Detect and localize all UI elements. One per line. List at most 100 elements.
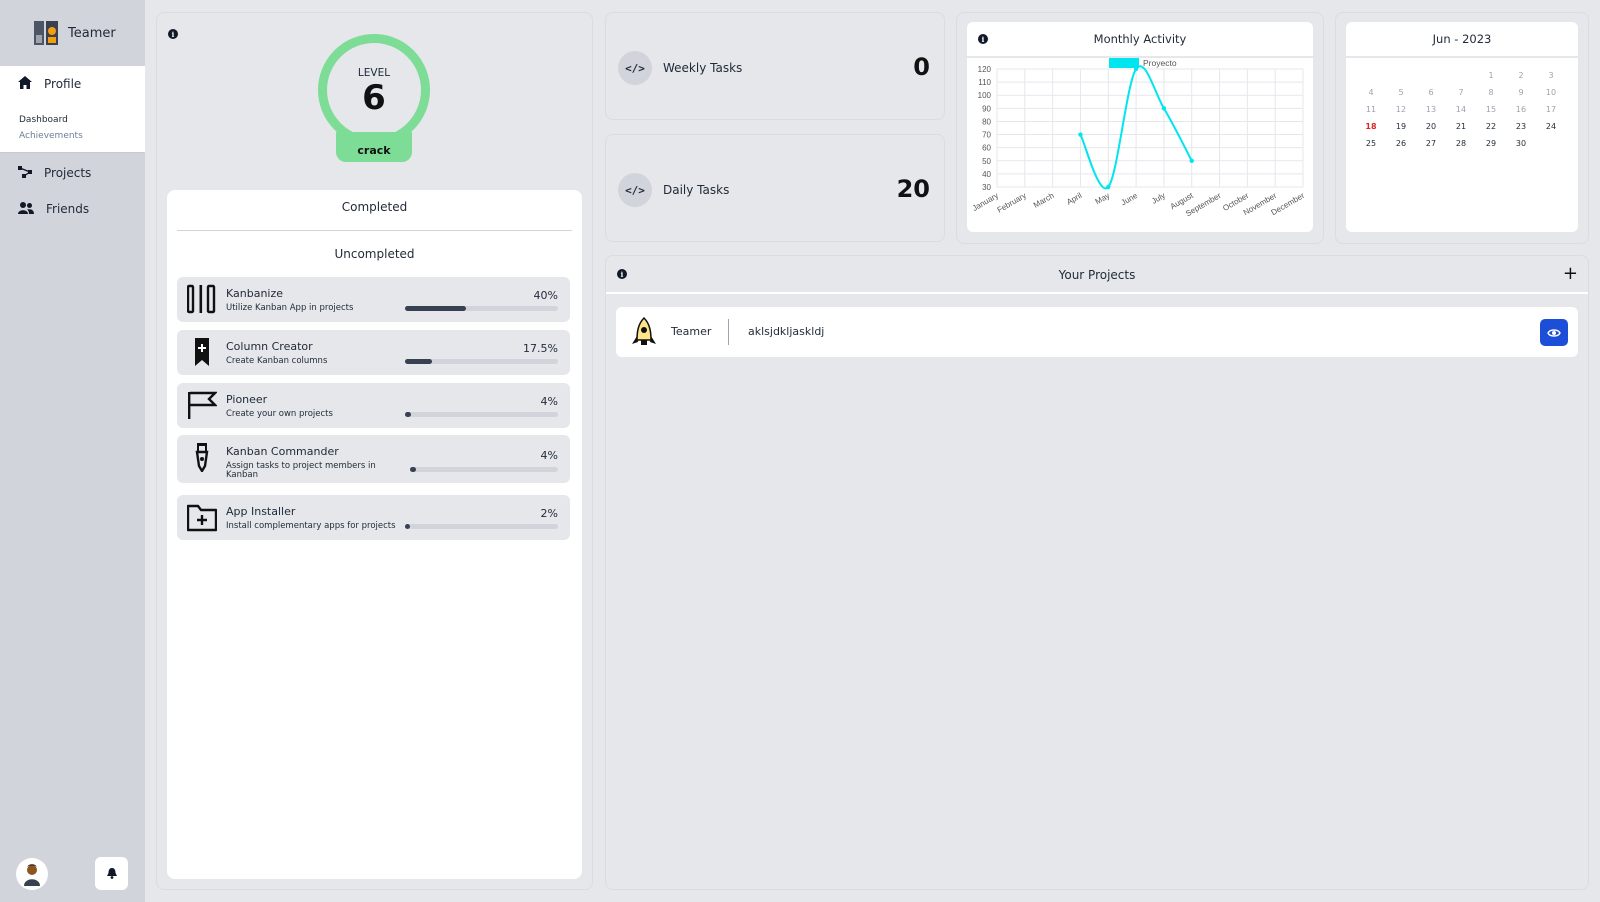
code-icon: </>	[618, 51, 652, 85]
projects-panel: i Your Projects + Teamer aklsjdkljaskldj	[605, 255, 1589, 890]
calendar-day[interactable]: 4	[1356, 84, 1386, 101]
calendar-day	[1446, 67, 1476, 84]
kanban-columns-icon	[186, 284, 217, 314]
x-tick-label: June	[1120, 191, 1140, 208]
sidebar-item-label: Friends	[46, 202, 90, 216]
flag-icon	[187, 390, 218, 420]
calendar-day[interactable]: 21	[1446, 118, 1476, 135]
level-badge: LEVEL 6 crack	[318, 34, 432, 162]
y-tick-label: 40	[982, 170, 991, 179]
achievement-progress-fill	[410, 467, 416, 472]
achievement-progress-bar	[405, 359, 558, 364]
achievement-item[interactable]: App Installer Install complementary apps…	[177, 495, 570, 540]
project-description: aklsjdkljaskldj	[748, 325, 825, 338]
calendar-day[interactable]: 6	[1416, 84, 1446, 101]
achievement-title: Pioneer	[226, 393, 268, 406]
brand[interactable]: Teamer	[0, 0, 145, 66]
code-icon: </>	[618, 173, 652, 207]
daily-tasks-card: </> Daily Tasks 20	[605, 134, 945, 242]
sidebar-item-friends[interactable]: Friends	[0, 191, 145, 227]
sidebar-item-label: Profile	[44, 77, 82, 91]
calendar-day[interactable]: 28	[1446, 135, 1476, 152]
calendar-day[interactable]: 15	[1476, 101, 1506, 118]
subnav-dashboard-link[interactable]: Dashboard	[19, 112, 145, 128]
daily-tasks-value: 20	[896, 175, 930, 203]
achievement-item[interactable]: Kanban Commander Assign tasks to project…	[177, 435, 570, 483]
brand-name: Teamer	[68, 25, 116, 41]
calendar-day[interactable]: 8	[1476, 84, 1506, 101]
achievement-progress-fill	[405, 359, 432, 364]
calendar-day[interactable]: 14	[1446, 101, 1476, 118]
achievement-item[interactable]: Column Creator Create Kanban columns 17.…	[177, 330, 570, 375]
calendar-day[interactable]: 25	[1356, 135, 1386, 152]
info-icon[interactable]: i	[168, 29, 178, 39]
y-tick-label: 110	[978, 78, 991, 87]
calendar-day[interactable]: 19	[1386, 118, 1416, 135]
achievement-progress-bar	[405, 412, 558, 417]
bell-icon	[106, 864, 117, 883]
calendar-day[interactable]: 17	[1536, 101, 1566, 118]
calendar-day[interactable]: 11	[1356, 101, 1386, 118]
level-number: 6	[362, 78, 386, 118]
calendar-day[interactable]: 27	[1416, 135, 1446, 152]
calendar-day[interactable]: 16	[1506, 101, 1536, 118]
projects-header: i Your Projects +	[606, 256, 1588, 294]
achievement-percent: 4%	[540, 395, 558, 408]
calendar-day[interactable]: 30	[1506, 135, 1536, 152]
level-rank-tag: crack	[336, 132, 412, 162]
calendar-day[interactable]: 26	[1386, 135, 1416, 152]
achievement-percent: 40%	[533, 289, 558, 302]
add-project-button[interactable]: +	[1563, 263, 1578, 284]
sidebar-item-profile[interactable]: Profile	[0, 66, 145, 102]
projects-title: Your Projects	[1058, 268, 1136, 282]
y-tick-label: 30	[982, 183, 991, 192]
calendar-day[interactable]: 9	[1506, 84, 1536, 101]
calendar-day[interactable]: 23	[1506, 118, 1536, 135]
calendar-day[interactable]: 3	[1536, 67, 1566, 84]
x-tick-label: February	[996, 191, 1028, 215]
calendar-day[interactable]: 13	[1416, 101, 1446, 118]
data-point	[1189, 158, 1194, 163]
y-tick-label: 50	[982, 157, 991, 166]
calendar-day[interactable]: 7	[1446, 84, 1476, 101]
achievement-title: App Installer	[226, 505, 296, 518]
calendar-day[interactable]: 20	[1416, 118, 1446, 135]
calendar-day	[1536, 135, 1566, 152]
share-nodes-icon	[18, 165, 32, 181]
calendar-day[interactable]: 5	[1386, 84, 1416, 101]
calendar-day[interactable]: 29	[1476, 135, 1506, 152]
tab-divider	[177, 230, 572, 231]
subnav-achievements-link[interactable]: Achievements	[19, 128, 145, 144]
project-row[interactable]: Teamer aklsjdkljaskldj	[616, 307, 1578, 357]
medal-icon	[187, 442, 217, 474]
achievement-desc: Create your own projects	[226, 409, 333, 419]
y-tick-label: 100	[978, 91, 992, 100]
x-tick-label: January	[971, 191, 1000, 213]
home-icon	[18, 76, 32, 92]
achievement-item[interactable]: Kanbanize Utilize Kanban App in projects…	[177, 277, 570, 322]
y-tick-label: 80	[982, 117, 991, 126]
tab-completed[interactable]: Completed	[167, 200, 582, 214]
calendar-day[interactable]: 2	[1506, 67, 1536, 84]
calendar-day[interactable]: 22	[1476, 118, 1506, 135]
user-avatar[interactable]	[16, 858, 48, 890]
calendar-day[interactable]: 18	[1356, 118, 1386, 135]
calendar-day[interactable]: 1	[1476, 67, 1506, 84]
sidebar-item-projects[interactable]: Projects	[0, 155, 145, 191]
achievement-desc: Utilize Kanban App in projects	[226, 303, 354, 313]
teamer-logo-icon	[32, 19, 60, 47]
achievement-title: Kanbanize	[226, 287, 284, 300]
achievement-progress-bar	[405, 306, 558, 311]
notifications-button[interactable]	[95, 857, 128, 890]
view-project-button[interactable]	[1540, 319, 1568, 346]
monthly-activity-card: i Monthly Activity 30 40 50 60 70 80 90 100 110 1…	[967, 22, 1313, 232]
rocket-logo-icon	[628, 316, 660, 348]
achievement-progress-fill	[405, 412, 412, 417]
weekly-tasks-label: Weekly Tasks	[663, 61, 743, 75]
calendar-day[interactable]: 24	[1536, 118, 1566, 135]
calendar-day[interactable]: 12	[1386, 101, 1416, 118]
tab-uncompleted[interactable]: Uncompleted	[167, 247, 582, 261]
calendar-day[interactable]: 10	[1536, 84, 1566, 101]
y-tick-label: 90	[982, 104, 991, 113]
achievement-item[interactable]: Pioneer Create your own projects 4%	[177, 383, 570, 428]
